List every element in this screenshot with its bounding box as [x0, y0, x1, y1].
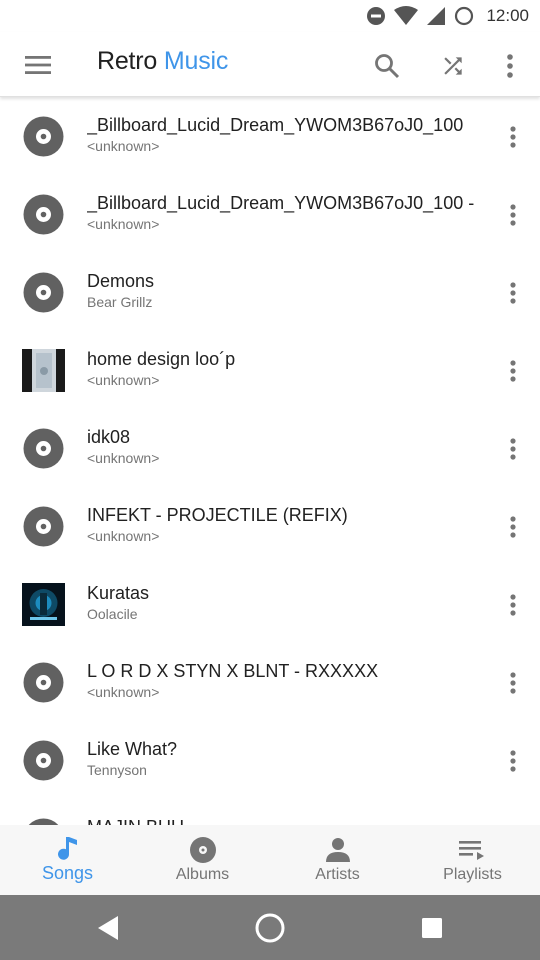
song-more-button[interactable]: [498, 198, 528, 232]
nav-label-albums: Albums: [175, 866, 230, 883]
song-title: idk08: [87, 427, 131, 447]
song-row[interactable]: Kuratas Oolacile: [0, 566, 540, 644]
battery-loading-icon: [455, 6, 474, 26]
shuffle-button[interactable]: [436, 49, 470, 83]
app-bar: Retro Music: [0, 32, 540, 97]
nav-label-playlists: Playlists: [443, 866, 502, 883]
album-icon: [22, 817, 65, 825]
album-icon: [22, 271, 65, 314]
song-title: INFEKT - PROJECTILE (REFIX): [87, 505, 348, 525]
album-art-image: [22, 349, 65, 392]
song-row[interactable]: MAJIN BUU: [0, 800, 540, 825]
status-time: 12:00: [486, 6, 529, 25]
song-title: _Billboard_Lucid_Dream_YWOM3B67oJ0_100 -: [87, 193, 475, 213]
song-more-button[interactable]: [498, 432, 528, 466]
song-more-button[interactable]: [498, 120, 528, 154]
wifi-icon: [394, 6, 419, 25]
nav-songs[interactable]: Songs: [0, 825, 135, 895]
more-vert-icon: [510, 204, 516, 226]
song-row[interactable]: INFEKT - PROJECTILE (REFIX) <unknown>: [0, 488, 540, 566]
song-title: Kuratas: [87, 583, 150, 603]
song-more-button[interactable]: [498, 588, 528, 622]
song-more-button[interactable]: [498, 510, 528, 544]
song-title: home design loo´p: [87, 349, 236, 369]
home-icon: [255, 913, 285, 943]
album-art-image: [22, 583, 65, 626]
song-title: _Billboard_Lucid_Dream_YWOM3B67oJ0_100: [87, 115, 464, 135]
back-icon: [98, 916, 118, 940]
song-artist: Bear Grillz: [87, 294, 153, 310]
album-icon: [22, 661, 65, 704]
back-button[interactable]: [91, 911, 125, 945]
home-button[interactable]: [253, 911, 287, 945]
song-row[interactable]: _Billboard_Lucid_Dream_YWOM3B67oJ0_100 -…: [0, 176, 540, 254]
song-row[interactable]: L O R D X STYN X BLNT - RXXXXX <unknown>: [0, 644, 540, 722]
song-row[interactable]: home design loo´p <unknown>: [0, 332, 540, 410]
recents-button[interactable]: [415, 911, 449, 945]
status-bar: 12:00: [0, 0, 540, 32]
song-row[interactable]: idk08 <unknown>: [0, 410, 540, 488]
menu-icon: [25, 56, 51, 74]
song-title: L O R D X STYN X BLNT - RXXXXX: [87, 661, 379, 681]
song-more-button[interactable]: [498, 276, 528, 310]
more-vert-icon: [510, 360, 516, 382]
album-icon: [22, 193, 65, 236]
song-title: Like What?: [87, 739, 178, 759]
song-row[interactable]: _Billboard_Lucid_Dream_YWOM3B67oJ0_100 <…: [0, 98, 540, 176]
cell-signal-icon: [427, 7, 446, 25]
song-artist: <unknown>: [87, 450, 160, 466]
music-note-icon: [53, 835, 83, 865]
song-list[interactable]: _Billboard_Lucid_Dream_YWOM3B67oJ0_100 <…: [0, 98, 540, 825]
do-not-disturb-icon: [367, 7, 386, 25]
more-vert-icon: [510, 126, 516, 148]
more-vert-icon: [510, 516, 516, 538]
song-title: MAJIN BUU: [87, 817, 184, 825]
song-row[interactable]: Like What? Tennyson: [0, 722, 540, 800]
nav-artists[interactable]: Artists: [270, 825, 405, 895]
album-icon: [22, 505, 65, 548]
nav-albums[interactable]: Albums: [135, 825, 270, 895]
song-artist: <unknown>: [87, 216, 160, 232]
shuffle-icon: [444, 57, 462, 75]
album-icon: [22, 115, 65, 158]
song-row[interactable]: Demons Bear Grillz: [0, 254, 540, 332]
song-artist: <unknown>: [87, 528, 160, 544]
bottom-navigation: Songs Albums Artists Playlists: [0, 825, 540, 895]
song-artist: <unknown>: [87, 372, 160, 388]
search-button[interactable]: [370, 49, 404, 83]
nav-label-songs: Songs: [41, 863, 94, 883]
app-title-accent: Music: [163, 47, 229, 75]
system-navigation-bar: [0, 895, 540, 960]
more-vert-icon: [510, 750, 516, 772]
album-icon: [22, 739, 65, 782]
more-vert-icon: [510, 282, 516, 304]
menu-button[interactable]: [22, 50, 54, 80]
song-artist: Oolacile: [87, 606, 138, 622]
album-icon: [188, 835, 218, 865]
nav-label-artists: Artists: [315, 866, 360, 883]
person-icon: [323, 835, 353, 865]
song-title: Demons: [87, 271, 155, 291]
song-more-button[interactable]: [498, 744, 528, 778]
app-title-main: Retro: [97, 47, 158, 75]
more-vert-icon: [510, 438, 516, 460]
song-more-button[interactable]: [498, 354, 528, 388]
song-artist: Tennyson: [87, 762, 147, 778]
more-vert-icon: [510, 594, 516, 616]
song-artist: <unknown>: [87, 684, 160, 700]
playlist-icon: [458, 835, 488, 865]
nav-playlists[interactable]: Playlists: [405, 825, 540, 895]
overflow-menu-button[interactable]: [493, 49, 527, 83]
album-icon: [22, 427, 65, 470]
song-more-button[interactable]: [498, 666, 528, 700]
more-vert-icon: [507, 54, 513, 78]
search-icon: [375, 54, 400, 79]
more-vert-icon: [510, 672, 516, 694]
song-artist: <unknown>: [87, 138, 160, 154]
app-title: Retro Music: [97, 47, 228, 76]
recents-icon: [422, 918, 442, 938]
